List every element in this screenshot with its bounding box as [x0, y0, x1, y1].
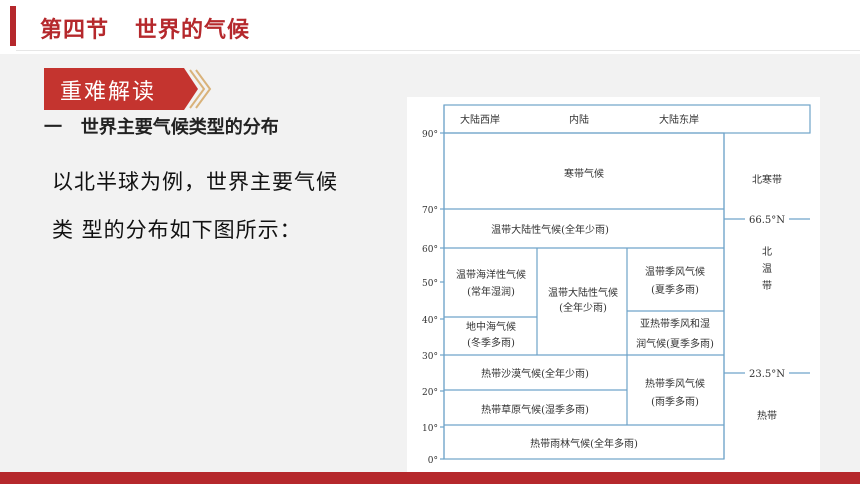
climate-temperate-monsoon-name: 温带季风气候	[645, 265, 705, 278]
climate-tropical-monsoon-note: (雨季多雨)	[651, 395, 699, 408]
lat-label-50: 50°	[422, 279, 438, 289]
climate-distribution-diagram: 大陆西岸 内陆 大陆东岸 90° 70° 60° 50° 40° 30° 20°…	[407, 97, 820, 472]
lat-label-0: 0°	[428, 456, 438, 466]
zone-temperate-char-3: 带	[762, 280, 772, 292]
climate-maritime-name: 温带海洋性气候	[456, 268, 526, 281]
lat-label-60: 60°	[422, 245, 438, 255]
title-divider	[16, 50, 860, 51]
climate-savanna: 热带草原气候(湿季多雨)	[481, 403, 589, 416]
column-label-inland: 内陆	[569, 113, 589, 126]
climate-mediterranean-name: 地中海气候	[466, 320, 516, 333]
column-label-west: 大陆西岸	[460, 113, 500, 126]
lat-label-10: 10°	[422, 424, 438, 434]
climate-continental-note: (全年少雨)	[559, 301, 607, 314]
bottom-accent-bar	[0, 472, 860, 484]
title-bar: 第四节 世界的气候	[0, 0, 860, 54]
page-title: 第四节 世界的气候	[40, 18, 250, 43]
column-label-east: 大陆东岸	[659, 113, 699, 126]
climate-polar: 寒带气候	[564, 167, 604, 180]
climate-desert: 热带沙漠气候(全年少雨)	[481, 367, 589, 380]
section-heading: 一 世界主要气候类型的分布	[44, 117, 279, 138]
title-accent-bar	[10, 6, 16, 46]
body-text-line-2: 类 型的分布如下图所示：	[52, 218, 302, 242]
section-badge: 重难解读	[44, 68, 212, 110]
climate-temperate-monsoon-note: (夏季多雨)	[651, 283, 699, 296]
lat-label-90: 90°	[422, 130, 438, 140]
climate-tropical-monsoon-name: 热带季风气候	[645, 377, 705, 390]
climate-subtropical-monsoon-note: 润气候(夏季多雨)	[636, 337, 714, 350]
zone-temperate-char-2: 温	[762, 263, 772, 275]
climate-maritime-note: (常年湿润)	[467, 285, 515, 298]
zone-arctic-circle: 66.5°N	[749, 215, 785, 226]
body-text-line-1: 以北半球为例，世界主要气候	[52, 170, 338, 194]
climate-rainforest: 热带雨林气候(全年多雨)	[530, 437, 638, 450]
climate-subarctic: 温带大陆性气候(全年少雨)	[491, 223, 609, 236]
lat-label-70: 70°	[422, 206, 438, 216]
lat-label-30: 30°	[422, 352, 438, 362]
climate-subtropical-monsoon-name: 亚热带季风和湿	[640, 317, 710, 330]
zone-temperate-char-1: 北	[762, 246, 772, 258]
lat-label-40: 40°	[422, 316, 438, 326]
climate-mediterranean-note: (冬季多雨)	[467, 336, 515, 349]
zone-tropical: 热带	[757, 409, 777, 422]
zone-north-frigid: 北寒带	[752, 173, 782, 186]
climate-continental-name: 温带大陆性气候	[548, 286, 618, 299]
lat-label-20: 20°	[422, 388, 438, 398]
zone-tropic-of-cancer: 23.5°N	[749, 369, 785, 380]
badge-label: 重难解读	[60, 80, 157, 105]
